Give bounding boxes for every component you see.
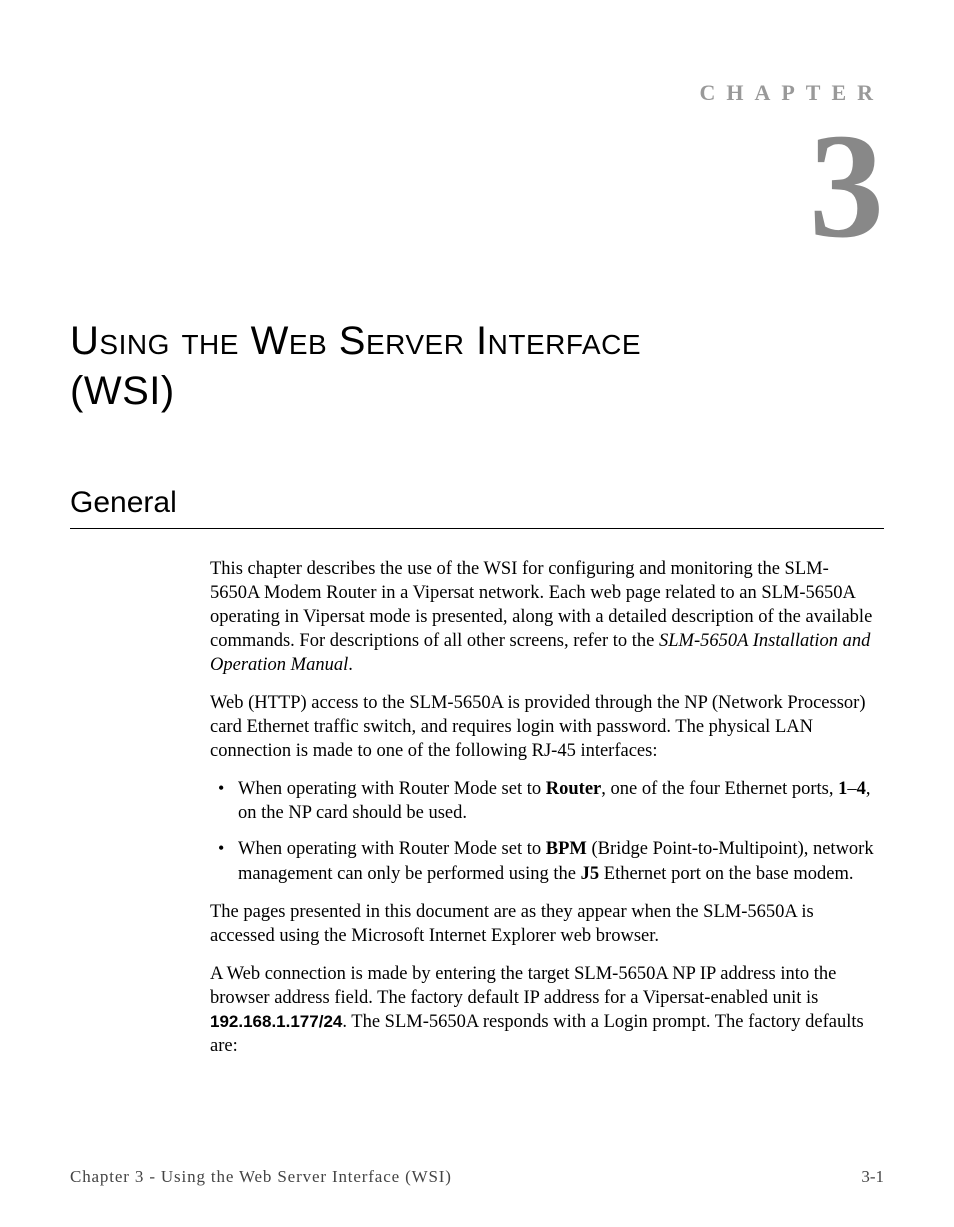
b2-bold1: BPM	[546, 839, 587, 859]
bullet-item-1: When operating with Router Mode set to R…	[210, 777, 874, 825]
b1-bold2: 1	[838, 779, 847, 799]
b1-mid1: , one of the four Ethernet ports,	[601, 779, 838, 799]
chapter-label: CHAPTER	[70, 80, 884, 106]
paragraph-4: A Web connection is made by entering the…	[210, 962, 874, 1058]
footer-left: Chapter 3 - Using the Web Server Interfa…	[70, 1167, 452, 1187]
b1-dash: –	[847, 779, 856, 799]
b1-prefix: When operating with Router Mode set to	[238, 779, 546, 799]
chapter-title: Using the Web Server Interface (WSI)	[70, 316, 884, 416]
footer-right-page-number: 3-1	[861, 1167, 884, 1187]
chapter-title-line-1: Using the Web Server Interface	[70, 319, 641, 363]
b2-prefix: When operating with Router Mode set to	[238, 839, 546, 859]
section-heading-general: General	[70, 486, 884, 529]
bullet-item-2: When operating with Router Mode set to B…	[210, 837, 874, 885]
b2-bold2: J5	[581, 864, 600, 884]
paragraph-3: The pages presented in this document are…	[210, 900, 874, 948]
b1-bold1: Router	[546, 779, 601, 799]
p4-bold-ip: 192.168.1.177/24	[210, 1012, 342, 1031]
b1-bold3: 4	[857, 779, 866, 799]
body-content: This chapter describes the use of the WS…	[210, 557, 874, 1058]
p4-prefix: A Web connection is made by entering the…	[210, 964, 836, 1008]
paragraph-1: This chapter describes the use of the WS…	[210, 557, 874, 677]
bullet-list: When operating with Router Mode set to R…	[210, 777, 874, 885]
b2-suffix: Ethernet port on the base modem.	[599, 864, 853, 884]
paragraph-2: Web (HTTP) access to the SLM-5650A is pr…	[210, 691, 874, 763]
chapter-title-line-2: (WSI)	[70, 369, 175, 413]
p1-suffix: .	[348, 655, 353, 675]
chapter-number: 3	[70, 111, 884, 261]
page-footer: Chapter 3 - Using the Web Server Interfa…	[70, 1167, 884, 1187]
